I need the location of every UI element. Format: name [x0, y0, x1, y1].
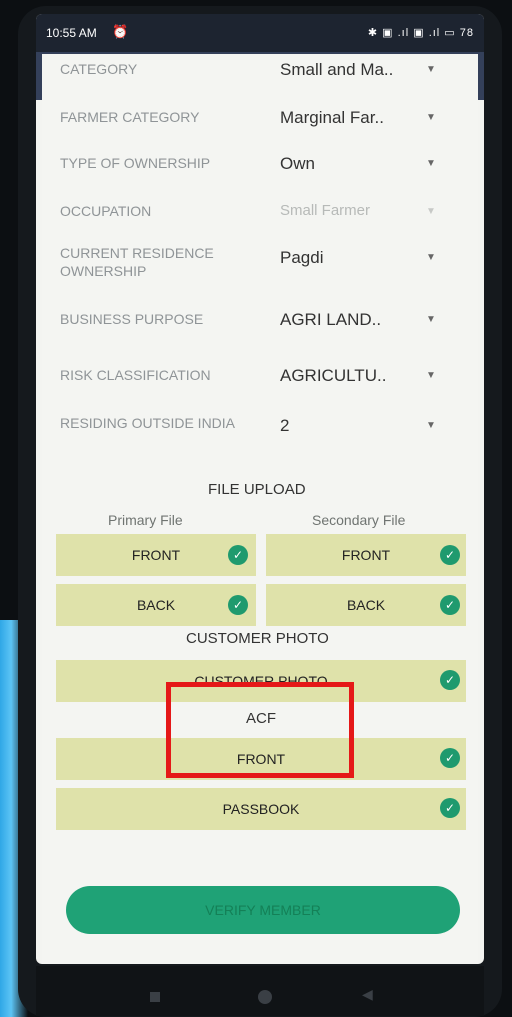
- customer-photo-title: CUSTOMER PHOTO: [186, 630, 329, 647]
- dropdown-arrow-icon[interactable]: ▼: [426, 252, 436, 263]
- primary-front-upload-button[interactable]: FRONT: [56, 534, 256, 576]
- dropdown-arrow-icon: ▼: [426, 206, 436, 217]
- button-label: BACK: [346, 597, 386, 613]
- button-label: FRONT: [341, 547, 391, 563]
- secondary-back-upload-button[interactable]: BACK: [266, 584, 466, 626]
- alarm-icon: ⏰: [112, 24, 129, 39]
- dropdown-arrow-icon[interactable]: ▼: [426, 370, 436, 381]
- field-label: RESIDING OUTSIDE INDIA: [60, 415, 236, 431]
- button-label: PASSBOOK: [222, 801, 300, 817]
- button-label: VERIFY MEMBER: [205, 902, 321, 918]
- secondary-file-label: Secondary File: [312, 512, 406, 528]
- check-icon: ✓: [440, 748, 460, 768]
- field-value[interactable]: Pagdi: [280, 248, 323, 268]
- field-value[interactable]: AGRI LAND..: [280, 310, 381, 330]
- field-value: Small Farmer: [280, 202, 371, 219]
- status-time: 10:55 AM: [46, 26, 97, 40]
- field-value[interactable]: 2: [280, 416, 289, 436]
- primary-file-label: Primary File: [108, 512, 183, 528]
- recents-icon[interactable]: [150, 992, 160, 1002]
- back-icon[interactable]: ◀: [362, 986, 373, 1003]
- field-label: FARMER CATEGORY: [60, 109, 200, 125]
- dropdown-arrow-icon[interactable]: ▼: [426, 112, 436, 123]
- dropdown-arrow-icon[interactable]: ▼: [426, 64, 436, 75]
- field-value[interactable]: Marginal Far..: [280, 108, 384, 128]
- check-icon: ✓: [228, 545, 248, 565]
- dropdown-arrow-icon[interactable]: ▼: [426, 158, 436, 169]
- status-bar: 10:55 AM ⏰ ✱ ▣ .ıl ▣ .ıl ▭ 78: [36, 14, 484, 52]
- status-icons: ✱ ▣ .ıl ▣ .ıl ▭ 78: [367, 27, 474, 39]
- home-icon[interactable]: [258, 990, 272, 1004]
- check-icon: ✓: [440, 670, 460, 690]
- button-label: BACK: [136, 597, 176, 613]
- field-value[interactable]: Small and Ma..: [280, 60, 393, 80]
- field-label: CURRENT RESIDENCE OWNERSHIP: [60, 245, 214, 279]
- verify-member-button[interactable]: VERIFY MEMBER: [66, 886, 460, 934]
- check-icon: ✓: [228, 595, 248, 615]
- dropdown-arrow-icon[interactable]: ▼: [426, 420, 436, 431]
- secondary-front-upload-button[interactable]: FRONT: [266, 534, 466, 576]
- field-label: BUSINESS PURPOSE: [60, 311, 204, 327]
- field-value[interactable]: Own: [280, 154, 315, 174]
- dropdown-arrow-icon[interactable]: ▼: [426, 314, 436, 325]
- field-label: OCCUPATION: [60, 203, 152, 219]
- highlight-box: [166, 682, 354, 778]
- field-label: RISK CLASSIFICATION: [60, 367, 211, 383]
- check-icon: ✓: [440, 595, 460, 615]
- button-label: FRONT: [131, 547, 181, 563]
- field-value[interactable]: AGRICULTU..: [280, 366, 386, 386]
- file-upload-title: FILE UPLOAD: [208, 481, 306, 498]
- field-label: TYPE OF OWNERSHIP: [60, 155, 211, 171]
- check-icon: ✓: [440, 545, 460, 565]
- primary-back-upload-button[interactable]: BACK: [56, 584, 256, 626]
- check-icon: ✓: [440, 798, 460, 818]
- field-label: CATEGORY: [60, 61, 138, 77]
- passbook-upload-button[interactable]: PASSBOOK: [56, 788, 466, 830]
